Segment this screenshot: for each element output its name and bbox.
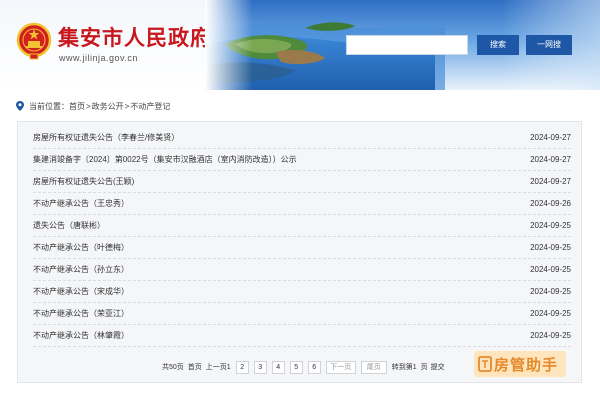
search-button[interactable]: 搜索	[477, 35, 519, 55]
list-item[interactable]: 不动产继承公告（王忠秀） 2024-09-26	[33, 193, 571, 215]
list-item-title[interactable]: 遗失公告（唐联彬）	[33, 220, 105, 231]
list-item-title[interactable]: 不动产继承公告（宋成华）	[33, 286, 129, 297]
list-item[interactable]: 房屋所有权证遗失公告（李春兰/修美贤） 2024-09-27	[33, 127, 571, 149]
list-item-title[interactable]: 不动产继承公告（孙立东）	[33, 264, 129, 275]
list-item-title[interactable]: 房屋所有权证遗失公告（李春兰/修美贤）	[33, 132, 179, 143]
breadcrumb: 当前位置： 首页 > 政务公开 > 不动产登记	[16, 100, 170, 112]
list-item-date: 2024-09-25	[530, 221, 571, 230]
pagination-last-button[interactable]: 尾页	[360, 360, 387, 374]
breadcrumb-separator: >	[86, 101, 91, 111]
pagination-jump-label: 转到第	[391, 364, 413, 371]
breadcrumb-gov-open-link[interactable]: 政务公开	[92, 101, 124, 112]
breadcrumb-separator: >	[124, 101, 130, 111]
breadcrumb-real-estate-link[interactable]: 不动产登记	[130, 101, 170, 112]
site-title: 集安市人民政府	[58, 25, 212, 50]
pagination-submit-button[interactable]: 提交	[431, 362, 445, 372]
article-list-panel: 房屋所有权证遗失公告（李春兰/修美贤） 2024-09-27 集建消竣备字〔20…	[17, 121, 582, 383]
list-item-date: 2024-09-27	[530, 177, 571, 186]
list-item[interactable]: 不动产继承公告（叶德梅） 2024-09-25	[33, 237, 571, 259]
location-pin-icon	[16, 101, 24, 111]
search-input[interactable]	[346, 35, 468, 55]
pagination-page-button[interactable]: 3	[253, 360, 267, 374]
list-item-title[interactable]: 集建消竣备字〔2024〕第0022号（集安市汉融酒店（室内消防改造））公示	[33, 154, 297, 165]
list-item-date: 2024-09-25	[530, 243, 571, 252]
breadcrumb-prefix: 当前位置：	[29, 101, 69, 111]
list-item[interactable]: 不动产继承公告（荣亚江） 2024-09-25	[33, 303, 571, 325]
pagination: 共50页 首页 上一页 1 2 3 4 5 6 下一页 尾页 转到第 1 页 提…	[162, 360, 445, 374]
list-item-date: 2024-09-25	[530, 331, 571, 340]
list-item-date: 2024-09-26	[530, 199, 571, 208]
pagination-jump-suffix: 页	[420, 364, 428, 371]
breadcrumb-home-link[interactable]: 首页	[69, 101, 85, 112]
app-watermark: 房管助手	[474, 351, 566, 377]
pagination-page-button[interactable]: 6	[307, 360, 321, 374]
list-item[interactable]: 不动产继承公告（林肇霞） 2024-09-25	[33, 325, 571, 347]
list-item[interactable]: 集建消竣备字〔2024〕第0022号（集安市汉融酒店（室内消防改造））公示 20…	[33, 149, 571, 171]
list-item[interactable]: 房屋所有权证遗失公告(王颖) 2024-09-27	[33, 171, 571, 193]
one-network-search-button[interactable]: 一网搜	[526, 35, 572, 55]
national-emblem-icon	[16, 22, 52, 60]
list-item[interactable]: 遗失公告（唐联彬） 2024-09-25	[33, 215, 571, 237]
list-item-date: 2024-09-25	[530, 287, 571, 296]
pagination-page-button[interactable]: 4	[271, 360, 285, 374]
list-item-date: 2024-09-25	[530, 265, 571, 274]
pagination-first-link[interactable]: 首页	[188, 362, 202, 372]
pagination-page-button[interactable]: 5	[289, 360, 303, 374]
list-item-date: 2024-09-27	[530, 133, 571, 142]
pagination-next-button[interactable]: 下一页	[325, 360, 356, 374]
pagination-current-page: 1	[226, 363, 231, 371]
list-item[interactable]: 不动产继承公告（宋成华） 2024-09-25	[33, 281, 571, 303]
site-header: 集安市人民政府 www.jilinja.gov.cn 搜索 一网搜	[0, 0, 600, 90]
pagination-prev-link[interactable]: 上一页	[206, 362, 227, 372]
house-manager-logo-icon	[478, 356, 492, 372]
watermark-text: 房管助手	[494, 355, 559, 374]
list-item-title[interactable]: 不动产继承公告（王忠秀）	[33, 198, 129, 209]
site-url: www.jilinja.gov.cn	[59, 53, 138, 63]
list-item-title[interactable]: 房屋所有权证遗失公告(王颖)	[33, 176, 134, 187]
list-item-date: 2024-09-25	[530, 309, 571, 318]
pagination-total: 共50页	[162, 364, 184, 371]
list-item-title[interactable]: 不动产继承公告（叶德梅）	[33, 242, 129, 253]
list-item[interactable]: 不动产继承公告（孙立东） 2024-09-25	[33, 259, 571, 281]
list-item-date: 2024-09-27	[530, 155, 571, 164]
pagination-page-button[interactable]: 2	[235, 360, 249, 374]
list-item-title[interactable]: 不动产继承公告（荣亚江）	[33, 308, 129, 319]
list-item-title[interactable]: 不动产继承公告（林肇霞）	[33, 330, 129, 341]
pagination-jump-input[interactable]: 1	[413, 364, 417, 371]
